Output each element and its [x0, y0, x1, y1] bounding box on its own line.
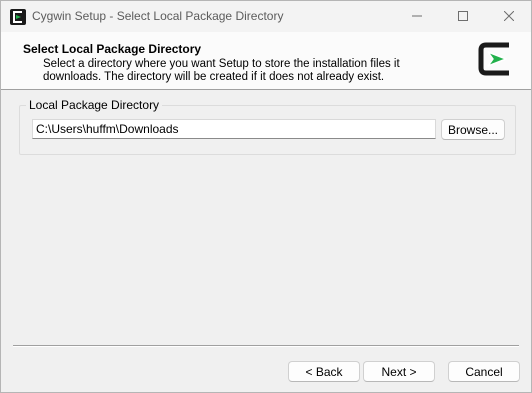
browse-button[interactable]: Browse...	[441, 119, 505, 140]
cygwin-setup-window: Cygwin Setup - Select Local Package Dire…	[0, 0, 532, 393]
window-title: Cygwin Setup - Select Local Package Dire…	[32, 9, 284, 23]
close-button[interactable]	[486, 1, 531, 32]
close-icon	[503, 10, 515, 24]
title-bar[interactable]: Cygwin Setup - Select Local Package Dire…	[1, 1, 531, 32]
wizard-header: Select Local Package Directory Select a …	[1, 32, 531, 90]
page-description: Select a directory where you want Setup …	[43, 58, 400, 83]
minimize-icon	[412, 10, 422, 24]
cancel-button[interactable]: Cancel	[448, 361, 520, 382]
cygwin-logo-icon	[478, 42, 514, 76]
minimize-button[interactable]	[394, 1, 440, 32]
page-title: Select Local Package Directory	[23, 42, 202, 56]
group-label: Local Package Directory	[26, 98, 163, 112]
maximize-button[interactable]	[440, 1, 486, 32]
maximize-icon	[458, 10, 468, 24]
cygwin-logo-icon	[10, 9, 26, 25]
back-button[interactable]: < Back	[288, 361, 360, 382]
directory-path-input[interactable]	[32, 119, 436, 139]
next-button[interactable]: Next >	[363, 361, 435, 382]
footer-divider	[13, 345, 519, 347]
